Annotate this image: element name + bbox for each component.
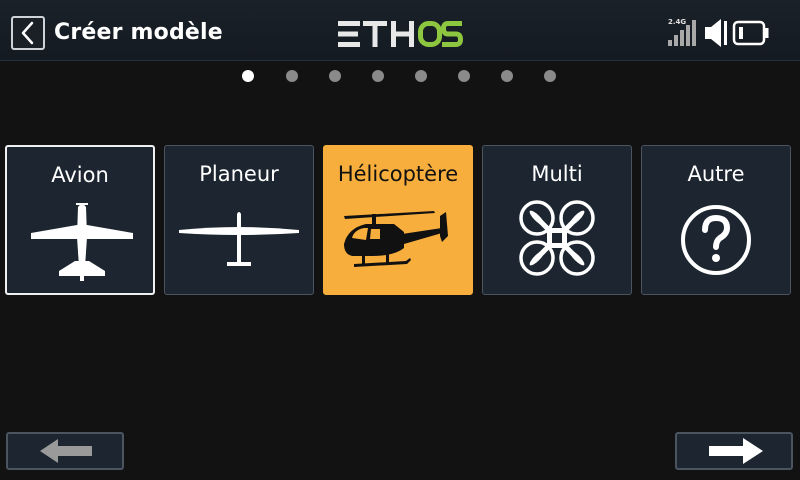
- airplane-icon: [31, 203, 133, 281]
- tile-label: Avion: [51, 163, 109, 187]
- tile-multi[interactable]: Multi: [482, 145, 632, 295]
- status-area: 2.4G: [668, 16, 788, 50]
- next-button[interactable]: [675, 432, 793, 470]
- page-indicator: [242, 70, 562, 84]
- page-dot[interactable]: [329, 70, 341, 82]
- tile-label: Autre: [687, 162, 745, 186]
- page-title: Créer modèle: [54, 20, 223, 45]
- helicopter-icon: [344, 211, 448, 267]
- arrow-left-icon: [40, 439, 92, 463]
- tile-label: Planeur: [199, 162, 279, 186]
- top-bar: Créer modèle 2.4G: [0, 0, 800, 61]
- back-button[interactable]: [11, 16, 45, 50]
- tile-label: Hélicoptère: [337, 162, 459, 186]
- speaker-icon: [705, 19, 727, 47]
- previous-button[interactable]: [6, 432, 124, 470]
- page-dot[interactable]: [458, 70, 470, 82]
- arrow-right-icon: [709, 438, 763, 464]
- chevron-left-icon: [21, 21, 34, 45]
- page-dot[interactable]: [544, 70, 556, 82]
- signal-strength-icon: [668, 20, 696, 46]
- tile-autre[interactable]: Autre: [641, 145, 791, 295]
- page-dot[interactable]: [372, 70, 384, 82]
- page-dot[interactable]: [242, 70, 254, 82]
- tile-label: Multi: [531, 162, 583, 186]
- page-dot[interactable]: [501, 70, 513, 82]
- tile-planeur[interactable]: Planeur: [164, 145, 314, 295]
- page-dot[interactable]: [286, 70, 298, 82]
- page-dot[interactable]: [415, 70, 427, 82]
- tile-helicoptere[interactable]: Hélicoptère: [323, 145, 473, 295]
- battery-icon: [732, 20, 769, 46]
- question-icon: [681, 205, 751, 275]
- glider-icon: [179, 212, 299, 266]
- ethos-logo: [338, 21, 464, 47]
- quadcopter-icon: [519, 200, 595, 276]
- tile-avion[interactable]: Avion: [5, 145, 155, 295]
